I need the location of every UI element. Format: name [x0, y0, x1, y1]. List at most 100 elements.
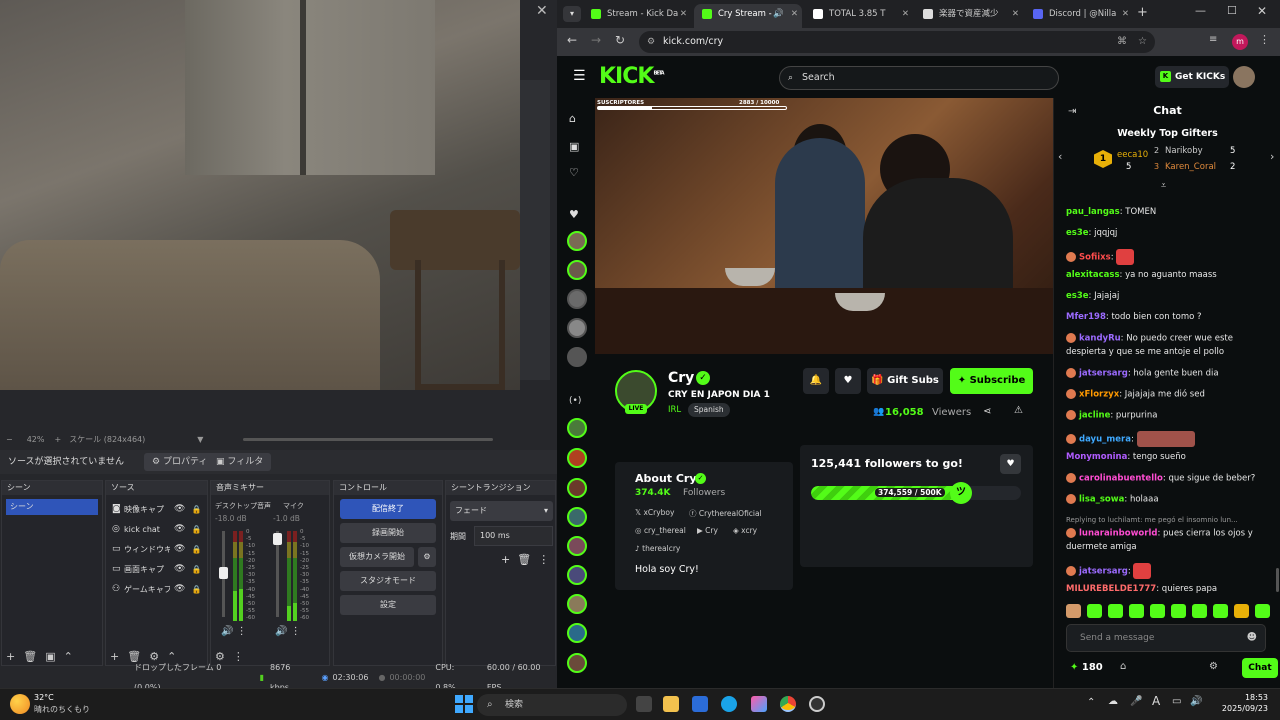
chat-username[interactable]: Monymonina — [1066, 452, 1127, 462]
chat-username[interactable]: carolinabuentello — [1079, 474, 1163, 484]
language-badge[interactable]: Spanish — [688, 403, 730, 417]
followed-channel-avatar[interactable] — [567, 347, 587, 367]
video-player[interactable] — [595, 98, 1053, 354]
filters-button[interactable]: ▣ フィルタ — [208, 453, 272, 471]
browse-icon[interactable]: ▣ — [569, 140, 579, 153]
followed-channel-avatar[interactable] — [567, 653, 587, 673]
gear-icon[interactable]: ⚙ — [1209, 661, 1218, 672]
lock-icon[interactable]: 🔒 — [191, 505, 201, 514]
ime-indicator[interactable]: A — [1152, 694, 1160, 708]
chat-scrollbar[interactable] — [1276, 568, 1279, 592]
lock-icon[interactable]: 🔒 — [191, 585, 201, 594]
followed-heart-icon[interactable]: ♥ — [569, 208, 579, 221]
followed-channel-avatar[interactable] — [567, 318, 587, 338]
taskbar-search[interactable]: ⌕ 検索 — [477, 694, 627, 716]
transition-select[interactable]: フェード ▾ — [450, 501, 553, 521]
emoji-icon[interactable]: ☻ — [1247, 625, 1257, 651]
followed-channel-avatar[interactable] — [567, 507, 587, 527]
chat-username[interactable]: kandyRu — [1079, 334, 1121, 344]
eye-icon[interactable]: 👁 — [174, 544, 185, 554]
lock-icon[interactable]: 🔒 — [191, 545, 201, 554]
site-info-icon[interactable]: ⚙ — [647, 31, 655, 53]
chat-username[interactable]: MILUREBELDE1777 — [1066, 584, 1156, 594]
social-tiktok[interactable]: ♪ therealcry — [635, 544, 680, 553]
store-icon[interactable]: ⌂ — [1120, 661, 1126, 672]
chat-username[interactable]: dayu_mera — [1079, 435, 1131, 445]
gear-icon[interactable]: ⚙ — [418, 547, 436, 567]
source-item[interactable]: ◎ kick chat 👁 🔒 — [106, 519, 207, 539]
stop-stream-button[interactable]: 配信終了 — [340, 499, 436, 519]
chat-username[interactable]: jatsersarg — [1079, 567, 1128, 577]
add-icon[interactable]: + — [110, 650, 119, 663]
channel-name[interactable]: Cry — [668, 370, 694, 386]
followed-channel-avatar[interactable] — [567, 623, 587, 643]
forward-icon[interactable]: → — [591, 33, 601, 47]
task-view-icon[interactable] — [636, 696, 652, 712]
share-icon[interactable]: ⋖ — [983, 406, 991, 417]
obs-icon[interactable] — [809, 696, 825, 712]
zoom-in-icon[interactable]: + — [54, 435, 61, 444]
bookmark-star-icon[interactable]: ☆ — [1138, 31, 1147, 53]
eye-icon[interactable]: 👁 — [174, 584, 185, 594]
source-item[interactable]: ◙ 映像キャプ 👁 🔒 — [106, 499, 207, 519]
followed-channel-avatar[interactable] — [567, 289, 587, 309]
store-icon[interactable] — [692, 696, 708, 712]
browser-tab[interactable]: Stream - Kick Da ✕ — [583, 4, 691, 28]
chat-username[interactable]: lunarainboworld — [1079, 529, 1157, 539]
followed-channel-avatar[interactable] — [567, 418, 587, 438]
stream-category[interactable]: IRL — [668, 405, 681, 415]
chat-input[interactable]: Send a message ☻ — [1066, 624, 1266, 652]
emote-icon[interactable] — [1129, 604, 1144, 618]
close-tab-icon[interactable]: ✕ — [1122, 4, 1129, 24]
virtual-camera-button[interactable]: 仮想カメラ開始 — [340, 547, 414, 567]
recommended-icon[interactable]: (•) — [569, 396, 581, 406]
edge-icon[interactable] — [721, 696, 737, 712]
zoom-out-icon[interactable]: − — [6, 435, 13, 444]
social-facebook[interactable]: ⓕ CrytherealOficial — [689, 508, 762, 519]
chat-username[interactable]: alexitacass — [1066, 270, 1120, 280]
social-discord[interactable]: ◈ xcry — [733, 526, 757, 535]
bell-icon[interactable]: 🔔 — [803, 368, 829, 394]
tab-search-icon[interactable]: ▾ — [563, 6, 581, 22]
filter-icon[interactable]: ▣ — [45, 650, 55, 663]
lock-icon[interactable]: 🔒 — [191, 565, 201, 574]
audio-icon[interactable]: 🔊 — [773, 4, 784, 24]
properties-button[interactable]: ⚙ プロパティ — [144, 453, 216, 471]
reading-list-icon[interactable]: ≡ — [1209, 34, 1217, 45]
social-instagram[interactable]: ◎ cry_thereal — [635, 526, 686, 535]
followed-channel-avatar[interactable] — [567, 448, 587, 468]
chevron-up-icon[interactable]: ⌃ — [64, 650, 73, 663]
followed-channel-avatar[interactable] — [567, 260, 587, 280]
chevron-right-icon[interactable]: › — [1270, 150, 1274, 163]
mic-mute-icon[interactable]: 🔊 ⋮ — [275, 626, 301, 637]
onedrive-icon[interactable]: ☁ — [1108, 696, 1118, 707]
emote-icon[interactable] — [1150, 604, 1165, 618]
close-tab-icon[interactable]: ✕ — [791, 4, 798, 24]
chat-username[interactable]: Sofiixs — [1079, 253, 1111, 263]
chat-username[interactable]: es3e — [1066, 291, 1089, 301]
network-icon[interactable]: ▭ — [1172, 696, 1181, 707]
minimize-icon[interactable]: — — [1195, 4, 1206, 17]
chat-username[interactable]: lisa_sowa — [1079, 495, 1124, 505]
expand-gifters-icon[interactable]: ⩡ — [1161, 181, 1166, 191]
weather-icon[interactable] — [10, 694, 30, 714]
copilot-icon[interactable] — [751, 696, 767, 712]
followed-channel-avatar[interactable] — [567, 478, 587, 498]
windows-start-icon[interactable] — [455, 695, 473, 713]
source-item[interactable]: ▭ 画面キャプ 👁 🔒 — [106, 559, 207, 579]
chrome-icon[interactable] — [780, 696, 796, 712]
heart-icon[interactable]: ♥ — [1000, 454, 1021, 474]
new-tab-icon[interactable]: + — [1137, 5, 1148, 20]
gift-subs-button[interactable]: 🎁 Gift Subs — [867, 368, 943, 394]
emote-icon[interactable] — [1234, 604, 1249, 618]
desktop-volume-handle[interactable] — [219, 567, 228, 579]
eye-icon[interactable]: 👁 — [174, 504, 185, 514]
browser-tab[interactable]: 楽器で資産減少 ✕ — [915, 4, 1023, 28]
emote-icon[interactable] — [1192, 604, 1207, 618]
chat-username[interactable]: pau_langas — [1066, 207, 1120, 217]
emote-icon[interactable] — [1108, 604, 1123, 618]
emote-icon[interactable] — [1255, 604, 1270, 618]
scene-item[interactable]: シーン — [6, 499, 98, 515]
chat-username[interactable]: jatsersarg — [1079, 369, 1128, 379]
emote-icon[interactable] — [1066, 604, 1081, 618]
